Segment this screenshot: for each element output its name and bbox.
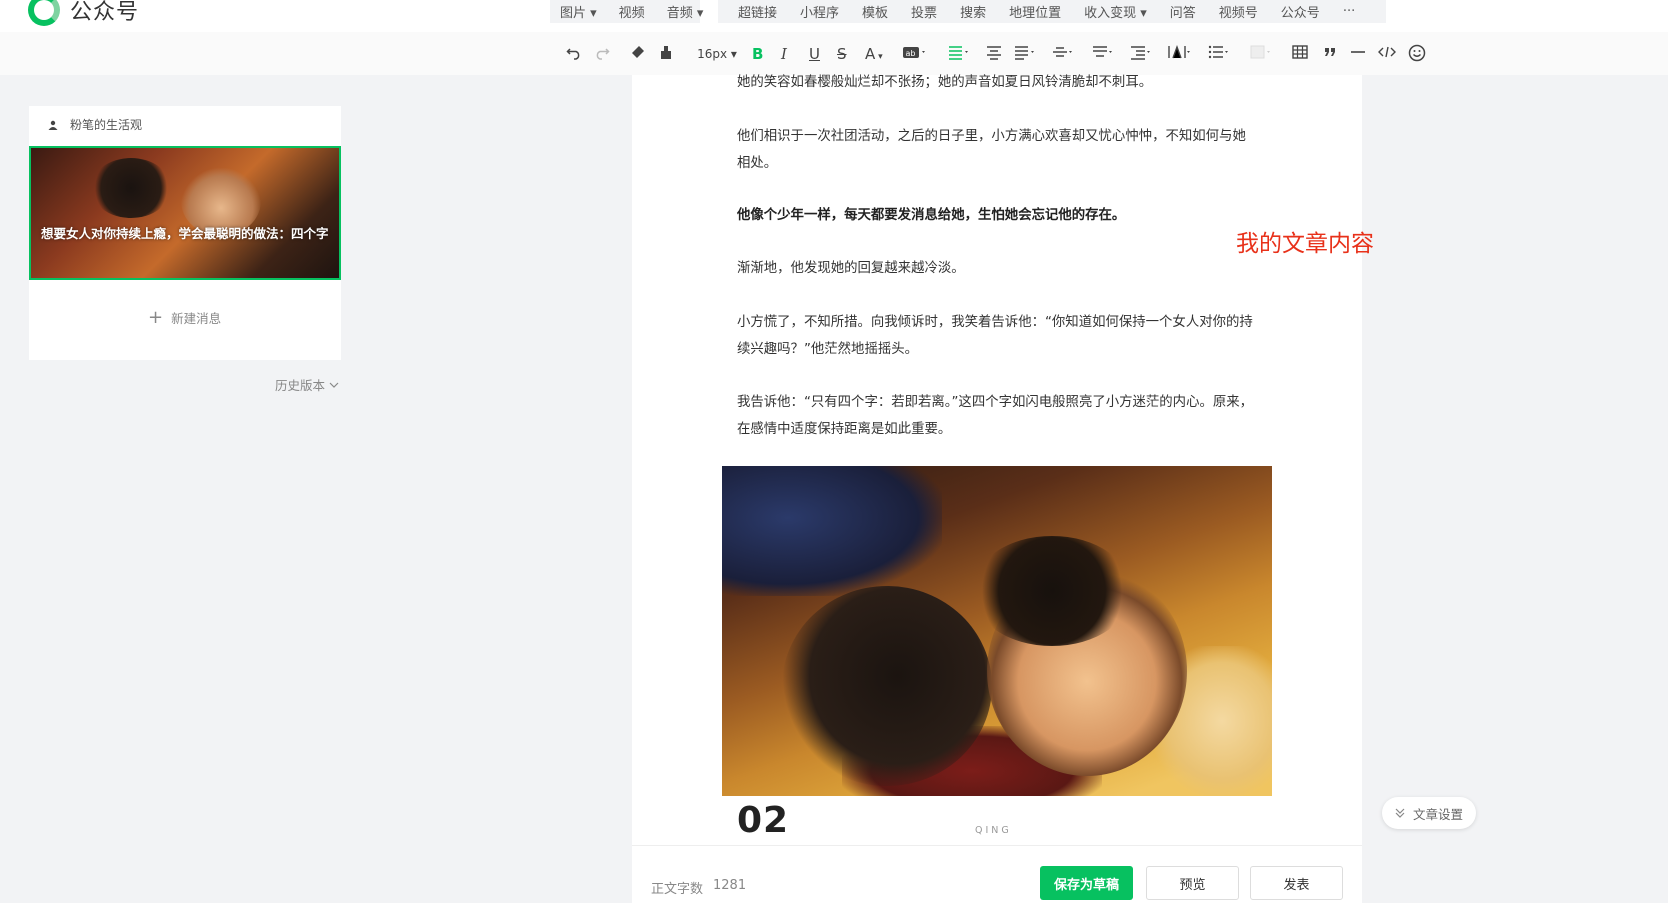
align-center-icon[interactable]: [986, 44, 1002, 64]
article-paragraph[interactable]: 我告诉他：“只有四个字：若即若离。”这四个字如闪电般照亮了小方迷茫的内心。原来，…: [737, 389, 1257, 443]
article-settings-label: 文章设置: [1412, 806, 1463, 822]
wechat-logo-icon: [28, 0, 60, 26]
double-chevron-down-icon: [1395, 808, 1405, 818]
code-icon[interactable]: [1378, 44, 1396, 64]
word-count: 正文字数 1281: [651, 878, 746, 897]
bold-button[interactable]: B: [752, 44, 763, 64]
article-photo[interactable]: [722, 466, 1272, 796]
undo-icon[interactable]: [566, 44, 582, 64]
app-logo[interactable]: 公众号: [28, 0, 139, 26]
history-version-link[interactable]: 历史版本: [275, 375, 339, 394]
location-button[interactable]: 地理位置: [1009, 2, 1061, 21]
word-count-label: 正文字数: [651, 882, 704, 897]
insert-audio-menu[interactable]: 音频 ▾: [667, 2, 704, 21]
eraser-icon[interactable]: [630, 44, 646, 64]
italic-button[interactable]: I: [781, 44, 787, 64]
article-paragraph[interactable]: 渐渐地，他发现她的回复越来越冷淡。: [737, 255, 1257, 282]
content-annotation: 我的文章内容: [1236, 231, 1374, 257]
search-button[interactable]: 搜索: [960, 2, 986, 21]
article-paragraph[interactable]: 她的笑容如春樱般灿烂却不张扬；她的声音如夏日风铃清脆却不刺耳。: [737, 69, 1257, 96]
channels-button[interactable]: 视频号: [1219, 2, 1258, 21]
paragraph-spacing-icon[interactable]: [1092, 44, 1114, 64]
align-justify-icon[interactable]: [1014, 44, 1036, 64]
vote-button[interactable]: 投票: [911, 2, 937, 21]
divider-icon[interactable]: [1350, 44, 1366, 64]
extended-insert-group: 超链接 小程序 模板 投票 搜索 地理位置 收入变现 ▾ 问答 视频号 公众号 …: [718, 0, 1386, 23]
letter-spacing-icon[interactable]: [1168, 44, 1192, 64]
quote-icon[interactable]: [1322, 44, 1338, 64]
plus-icon: +: [148, 306, 164, 328]
app-name: 公众号: [70, 0, 140, 25]
svg-text:ab: ab: [906, 49, 916, 58]
format-painter-icon[interactable]: [658, 44, 674, 64]
insert-miniprogram-button[interactable]: 小程序: [800, 2, 839, 21]
font-color-button[interactable]: A ▾: [865, 44, 883, 64]
publish-button[interactable]: 发表: [1250, 866, 1343, 900]
preview-button[interactable]: 预览: [1146, 866, 1239, 900]
user-icon: [48, 120, 58, 130]
history-label: 历史版本: [275, 378, 326, 393]
chevron-down-icon: [329, 382, 339, 388]
account-name: 粉笔的生活观: [70, 118, 143, 132]
official-account-button[interactable]: 公众号: [1281, 2, 1320, 21]
word-count-value: 1281: [713, 878, 747, 893]
font-color-label: A: [865, 45, 876, 63]
media-insert-group: 图片 ▾ 视频 音频 ▾: [550, 0, 703, 23]
strikethrough-button[interactable]: S: [837, 44, 847, 64]
table-icon[interactable]: [1292, 44, 1308, 64]
template-button[interactable]: 模板: [862, 2, 888, 21]
article-settings-button[interactable]: 文章设置: [1382, 797, 1476, 829]
border-style-icon[interactable]: [1250, 44, 1272, 64]
account-info: 粉笔的生活观: [48, 116, 142, 133]
new-message-button[interactable]: + 新建消息: [148, 308, 221, 327]
align-left-icon[interactable]: [948, 44, 970, 64]
list-icon[interactable]: [1208, 44, 1230, 64]
font-size-select[interactable]: 16px ▾: [694, 44, 740, 64]
background-color-icon[interactable]: ab: [902, 44, 928, 64]
section-number: 02: [737, 800, 790, 841]
indent-icon[interactable]: [1130, 44, 1152, 64]
insert-video-button[interactable]: 视频: [619, 2, 645, 21]
save-draft-button[interactable]: 保存为草稿: [1040, 866, 1133, 900]
emoji-icon[interactable]: [1408, 44, 1426, 64]
article-cover-card[interactable]: 想要女人对你持续上瘾，学会最聪明的做法：四个字: [29, 146, 341, 280]
more-menu[interactable]: ···: [1343, 4, 1355, 19]
font-size-value: 16px: [697, 47, 728, 61]
insert-image-menu[interactable]: 图片 ▾: [560, 2, 597, 21]
redo-icon[interactable]: [594, 44, 610, 64]
article-paragraph[interactable]: 小方慌了，不知所措。向我倾诉时，我笑着告诉他：“你知道如何保持一个女人对你的持续…: [737, 309, 1257, 363]
underline-button[interactable]: U: [809, 44, 820, 64]
monetize-menu[interactable]: 收入变现 ▾: [1084, 2, 1147, 21]
section-tag: QING: [975, 825, 1012, 836]
new-message-label: 新建消息: [171, 311, 222, 326]
article-cover-title: 想要女人对你持续上瘾，学会最聪明的做法：四个字: [41, 226, 329, 241]
article-paragraph[interactable]: 他像个少年一样，每天都要发消息给她，生怕她会忘记他的存在。: [737, 202, 1257, 229]
line-spacing-icon[interactable]: [1052, 44, 1074, 64]
qa-button[interactable]: 问答: [1170, 2, 1196, 21]
insert-link-button[interactable]: 超链接: [738, 2, 777, 21]
article-paragraph[interactable]: 他们相识于一次社团活动，之后的日子里，小方满心欢喜却又忧心忡忡，不知如何与她相处…: [737, 123, 1257, 177]
